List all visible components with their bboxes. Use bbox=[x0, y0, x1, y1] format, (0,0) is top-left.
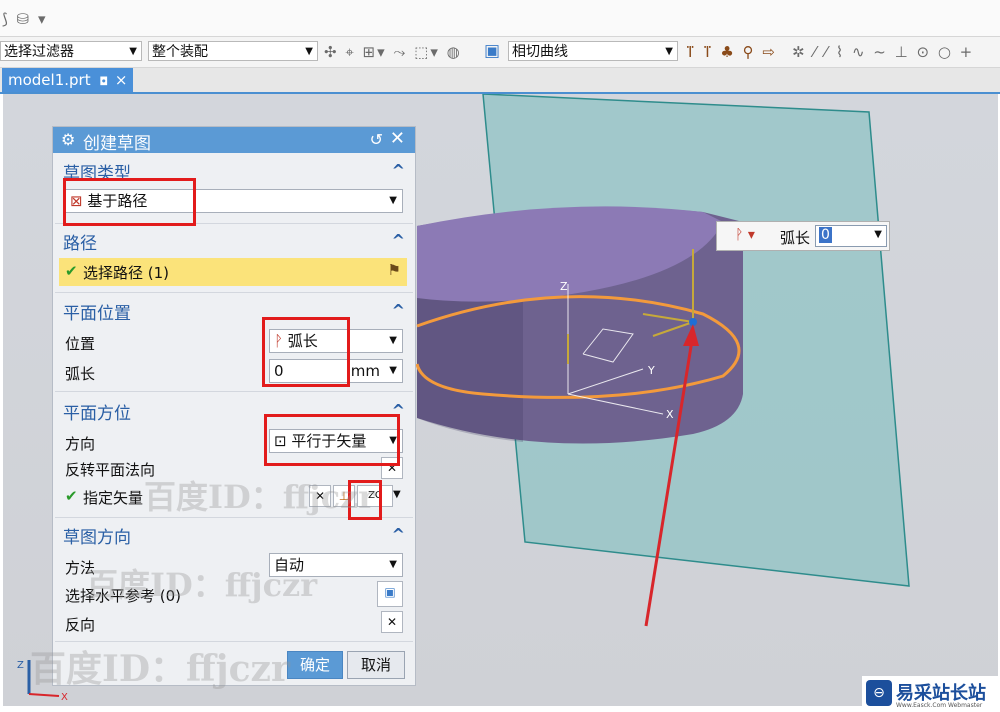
chevron-down-icon[interactable]: ▼ bbox=[389, 360, 397, 382]
floating-arc-label: 弧长 bbox=[780, 229, 811, 247]
cancel-button[interactable]: 取消 bbox=[347, 651, 405, 679]
arc-length-label: 弧长 bbox=[65, 365, 96, 383]
quick-access-icon[interactable]: ⟆ ⛁ ▾ bbox=[2, 10, 48, 28]
highlight-position bbox=[262, 317, 350, 387]
chevron-down-icon: ▼ bbox=[389, 195, 397, 206]
select-path-label: 选择路径 (1) bbox=[83, 264, 170, 282]
site-logo: ⊖ 易采站长站 Www.Easck.Com Webmaster bbox=[862, 676, 1000, 712]
pin-icon[interactable]: ◘ bbox=[99, 75, 108, 88]
axis-z-label: Z bbox=[560, 280, 568, 293]
reverse-direction-label: 反向 bbox=[65, 616, 96, 634]
triad-x-label: X bbox=[61, 692, 68, 702]
section-sketch-orientation[interactable]: 草图方向 bbox=[63, 523, 131, 548]
position-label: 位置 bbox=[65, 335, 96, 353]
divider bbox=[55, 292, 413, 293]
chevron-down-icon: ▼ bbox=[389, 559, 397, 570]
reverse-normal-label: 反转平面法向 bbox=[65, 461, 156, 479]
close-icon[interactable]: ✕ bbox=[390, 128, 405, 149]
chevron-up-icon[interactable]: ^ bbox=[392, 161, 405, 180]
section-path[interactable]: 路径 bbox=[63, 229, 97, 254]
assembly-scope-combo[interactable]: 整个装配 ▼ bbox=[148, 41, 318, 61]
chevron-up-icon[interactable]: ^ bbox=[392, 525, 405, 544]
watermark: 百度ID：ffjczr bbox=[86, 566, 318, 604]
close-tab-icon[interactable]: × bbox=[115, 71, 128, 89]
dialog-title-bar: ⚙ 创建草图 ↺ ✕ bbox=[53, 127, 415, 154]
snap-point-icon[interactable]: ✲ ⁄ ⁄ ⌇ ∿ ~ ⊥ ⊙ ○ + bbox=[792, 43, 974, 61]
arc-length-icon[interactable]: ᚹ ▾ bbox=[735, 227, 755, 243]
arc-length-unit: mm bbox=[350, 362, 380, 380]
watermark: 百度ID：ffjczr bbox=[144, 478, 376, 516]
chevron-down-icon: ▼ bbox=[305, 46, 313, 57]
chevron-down-icon[interactable]: ▼ bbox=[393, 489, 401, 500]
file-tab-label: model1.prt bbox=[8, 71, 91, 89]
specify-vector-label: 指定矢量 bbox=[83, 489, 144, 507]
chevron-down-icon: ▼ bbox=[665, 46, 673, 57]
section-plane-position[interactable]: 平面位置 bbox=[63, 299, 131, 324]
watermark: 百度ID：ffjczr bbox=[30, 648, 290, 690]
chevron-down-icon: ▼ bbox=[129, 46, 137, 57]
highlight-direction bbox=[264, 414, 400, 466]
triad-z-label: Z bbox=[17, 660, 24, 671]
direction-label: 方向 bbox=[65, 435, 96, 453]
logo-icon: ⊖ bbox=[866, 680, 892, 706]
selection-filter-value: 选择过滤器 bbox=[4, 44, 74, 60]
axis-x-label: X bbox=[666, 408, 674, 421]
chevron-down-icon: ▼ bbox=[389, 335, 397, 346]
check-icon: ✔ bbox=[65, 487, 78, 505]
curve-tools-icon[interactable]: ⴶ ⴶ ♣ ⚲ ⇨ bbox=[686, 43, 777, 61]
reset-icon[interactable]: ↺ bbox=[370, 130, 383, 149]
axis-y-label: Y bbox=[647, 364, 655, 377]
top-toolbar: ⟆ ⛁ ▾ bbox=[0, 0, 1000, 37]
dialog-title: 创建草图 bbox=[83, 134, 151, 154]
file-tab-bar: model1.prt ◘ × bbox=[0, 68, 1000, 94]
highlight-sketch-type bbox=[63, 178, 196, 226]
select-path-row[interactable]: ✔ 选择路径 (1) ⚑ bbox=[59, 258, 407, 286]
selection-toolbar: 选择过滤器 ▼ 整个装配 ▼ ✣ ⌖ ⊞▾ ⤳ ⬚▾ ◍ ▣ 相切曲线 ▼ ⴶ … bbox=[0, 37, 1000, 68]
cube-icon[interactable]: ▣ bbox=[484, 41, 502, 61]
file-tab[interactable]: model1.prt ◘ × bbox=[2, 68, 134, 92]
snap-tools-icon[interactable]: ✣ ⌖ ⊞▾ ⤳ ⬚▾ ◍ bbox=[324, 43, 462, 61]
selection-filter-combo[interactable]: 选择过滤器 ▼ bbox=[0, 41, 142, 61]
curve-select-icon[interactable]: ⚑ bbox=[388, 261, 401, 279]
logo-subtext: Www.Easck.Com Webmaster bbox=[896, 702, 983, 709]
assembly-scope-value: 整个装配 bbox=[152, 44, 208, 60]
curve-rule-value: 相切曲线 bbox=[512, 44, 568, 60]
floating-arc-value: 0 bbox=[819, 227, 832, 243]
check-icon: ✔ bbox=[65, 262, 78, 280]
ok-button[interactable]: 确定 bbox=[287, 651, 343, 679]
cube-select-icon[interactable]: ▣ bbox=[377, 581, 403, 607]
reverse-direction-icon[interactable]: ✕ bbox=[381, 611, 403, 633]
chevron-up-icon[interactable]: ^ bbox=[392, 231, 405, 250]
floating-arc-field[interactable]: 0 ▼ bbox=[815, 225, 887, 247]
divider bbox=[55, 391, 413, 392]
gear-icon[interactable]: ⚙ bbox=[61, 130, 75, 149]
section-plane-orientation[interactable]: 平面方位 bbox=[63, 399, 131, 424]
floating-arc-input: ᚹ ▾ 弧长 0 ▼ bbox=[716, 221, 890, 251]
chevron-down-icon[interactable]: ▼ bbox=[874, 229, 882, 240]
curve-rule-combo[interactable]: 相切曲线 ▼ bbox=[508, 41, 678, 61]
chevron-up-icon[interactable]: ^ bbox=[392, 301, 405, 320]
